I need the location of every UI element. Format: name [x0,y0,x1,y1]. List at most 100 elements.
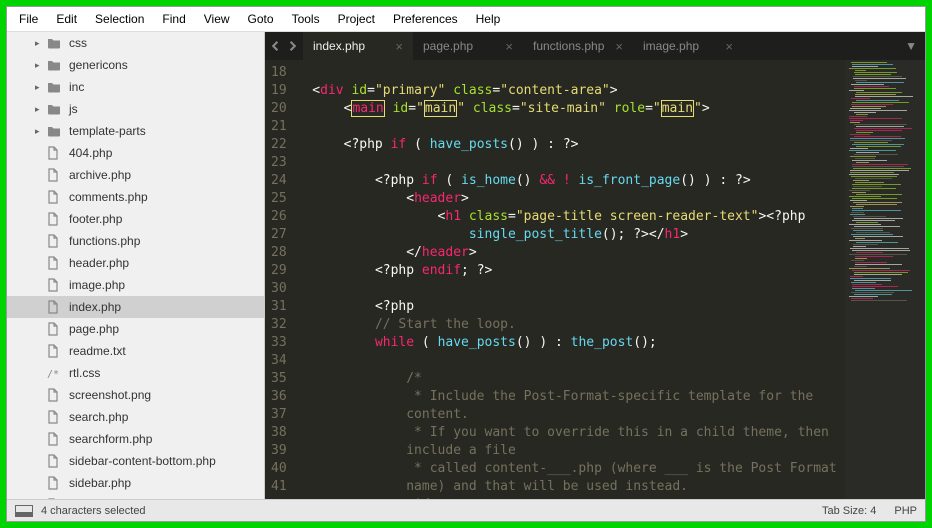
tree-label: sidebar.php [69,476,131,490]
menu-edit[interactable]: Edit [48,9,85,29]
tree-label: search.php [69,410,128,424]
tab-image-php[interactable]: image.php × [633,32,743,60]
tab-prev-icon[interactable] [269,39,283,53]
close-icon[interactable]: × [615,39,623,54]
tree-item-archive-php[interactable]: archive.php [7,164,264,186]
tree-label: sidebar-content-bottom.php [69,454,216,468]
menu-tools[interactable]: Tools [284,9,328,29]
menu-bar: FileEditSelectionFindViewGotoToolsProjec… [7,7,925,32]
tree-label: rtl.css [69,366,100,380]
tree-label: functions.php [69,234,140,248]
minimap[interactable] [845,60,925,499]
tree-label: js [69,102,78,116]
tree-item-functions-php[interactable]: functions.php [7,230,264,252]
tab-next-icon[interactable] [285,39,299,53]
tree-item-screenshot-png[interactable]: screenshot.png [7,384,264,406]
tree-label: screenshot.png [69,388,151,402]
tree-item-genericons[interactable]: ▸ genericons [7,54,264,76]
svg-text:/*: /* [47,369,59,379]
expand-arrow-icon[interactable]: ▸ [35,38,47,49]
tree-label: archive.php [69,168,131,182]
tree-item-template-parts[interactable]: ▸ template-parts [7,120,264,142]
file-icon [47,190,63,204]
file-icon [47,146,63,160]
file-icon [47,344,63,358]
file-icon [47,212,63,226]
tree-item-searchform-php[interactable]: searchform.php [7,428,264,450]
folder-icon [47,81,63,93]
tab-label: image.php [643,39,699,53]
tree-label: 404.php [69,146,112,160]
tree-label: image.php [69,278,125,292]
expand-arrow-icon[interactable]: ▸ [35,60,47,71]
menu-help[interactable]: Help [468,9,509,29]
menu-preferences[interactable]: Preferences [385,9,466,29]
folder-icon [47,103,63,115]
file-icon [47,388,63,402]
tree-item-css[interactable]: ▸ css [7,32,264,54]
folder-icon [47,125,63,137]
tree-label: page.php [69,322,119,336]
file-icon [47,322,63,336]
file-icon [47,454,63,468]
tree-label: template-parts [69,124,146,138]
status-lang[interactable]: PHP [894,505,917,517]
tree-item-header-php[interactable]: header.php [7,252,264,274]
folder-icon [47,37,63,49]
file-icon [47,234,63,248]
tree-item-comments-php[interactable]: comments.php [7,186,264,208]
tab-label: functions.php [533,39,604,53]
file-icon [47,476,63,490]
tree-item-inc[interactable]: ▸ inc [7,76,264,98]
tree-item-index-php[interactable]: index.php [7,296,264,318]
tab-label: page.php [423,39,473,53]
menu-selection[interactable]: Selection [87,9,152,29]
tree-label: footer.php [69,212,122,226]
tree-label: searchform.php [69,432,152,446]
menu-view[interactable]: View [196,9,238,29]
tree-item-image-php[interactable]: image.php [7,274,264,296]
file-icon [47,300,63,314]
menu-project[interactable]: Project [330,9,383,29]
close-icon[interactable]: × [505,39,513,54]
tree-label: comments.php [69,190,148,204]
tree-item-readme-txt[interactable]: readme.txt [7,340,264,362]
tab-overflow-icon[interactable]: ▼ [897,39,925,53]
close-icon[interactable]: × [725,39,733,54]
code-editor[interactable]: 1819202122232425262728293031323334353637… [265,60,925,499]
tree-item-js[interactable]: ▸ js [7,98,264,120]
tab-functions-php[interactable]: functions.php × [523,32,633,60]
panel-icon[interactable] [15,505,33,517]
tree-label: inc [69,80,84,94]
expand-arrow-icon[interactable]: ▸ [35,82,47,93]
tree-item-page-php[interactable]: page.php [7,318,264,340]
tab-page-php[interactable]: page.php × [413,32,523,60]
code-content[interactable]: <div id="primary" class="content-area"> … [297,60,845,499]
menu-file[interactable]: File [11,9,46,29]
tree-label: css [69,36,87,50]
tree-item-search-php[interactable]: search.php [7,406,264,428]
tree-item-footer-php[interactable]: footer.php [7,208,264,230]
tree-label: genericons [69,58,128,72]
tab-index-php[interactable]: index.php × [303,32,413,60]
tree-label: index.php [69,300,121,314]
close-icon[interactable]: × [395,39,403,54]
tree-item-404-php[interactable]: 404.php [7,142,264,164]
expand-arrow-icon[interactable]: ▸ [35,126,47,137]
tree-item-sidebar-content-bottom-php[interactable]: sidebar-content-bottom.php [7,450,264,472]
folder-icon [47,59,63,71]
menu-goto[interactable]: Goto [240,9,282,29]
tab-label: index.php [313,39,365,53]
status-tabsize[interactable]: Tab Size: 4 [822,505,876,517]
tree-item-sidebar-php[interactable]: sidebar.php [7,472,264,494]
tab-nav [265,39,303,53]
file-icon [47,278,63,292]
tree-item-rtl-css[interactable]: /* rtl.css [7,362,264,384]
file-icon [47,432,63,446]
expand-arrow-icon[interactable]: ▸ [35,104,47,115]
editor-area: index.php×page.php×functions.php×image.p… [265,32,925,499]
line-gutter: 1819202122232425262728293031323334353637… [265,60,297,499]
menu-find[interactable]: Find [154,9,193,29]
tree-label: header.php [69,256,129,270]
file-icon [47,168,63,182]
